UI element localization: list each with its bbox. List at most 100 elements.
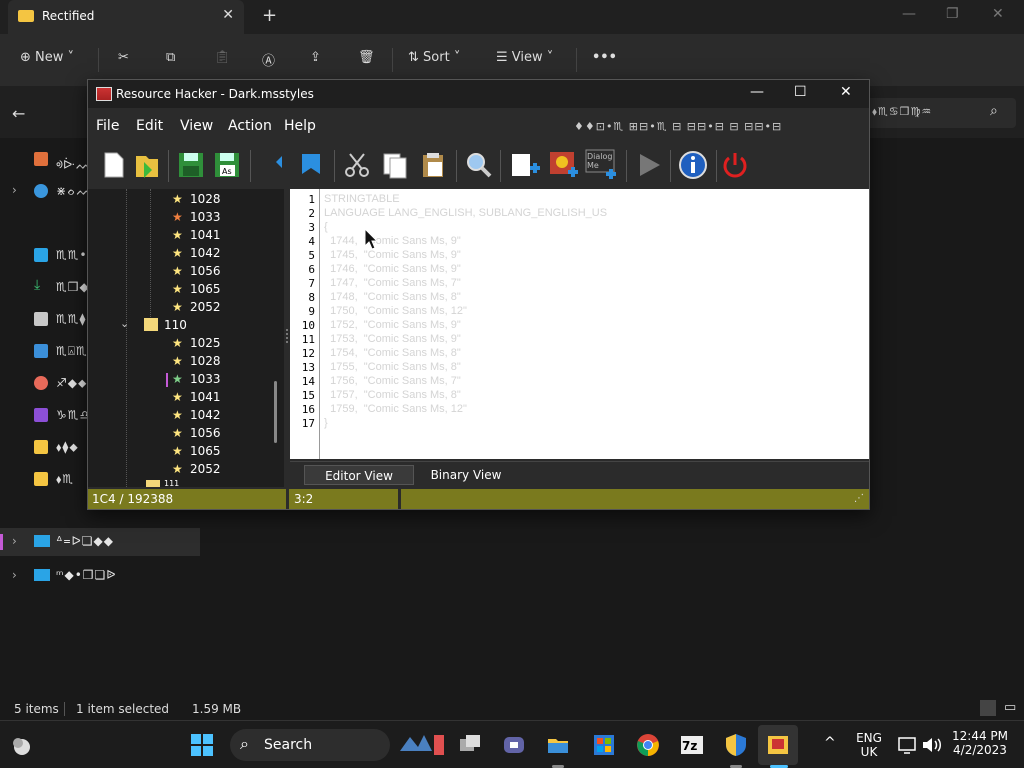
close-tab-icon[interactable]: ✕ bbox=[222, 7, 234, 23]
menu-edit[interactable]: Edit bbox=[136, 118, 163, 134]
chevron-up-icon[interactable]: ^ bbox=[824, 735, 836, 751]
security-shield-icon[interactable] bbox=[724, 733, 748, 757]
microsoft-store-icon[interactable] bbox=[592, 733, 616, 757]
chevron-right-icon[interactable]: › bbox=[12, 183, 17, 197]
share-icon[interactable]: ⇪ bbox=[310, 50, 321, 65]
task-view-icon[interactable] bbox=[458, 733, 482, 757]
tree-item[interactable]: ★ 1028 bbox=[88, 191, 284, 209]
nav-folder[interactable]: ⬧︎♏︎ bbox=[10, 468, 90, 492]
view-button[interactable]: ☰ View ˅ bbox=[496, 50, 553, 65]
chevron-down-icon[interactable]: ⌄ bbox=[120, 317, 129, 330]
tab-editor-view[interactable]: Editor View bbox=[304, 465, 414, 485]
tab-binary-view[interactable]: Binary View bbox=[416, 465, 516, 485]
menu-file[interactable]: File bbox=[96, 118, 119, 134]
add-resource-icon[interactable] bbox=[508, 148, 542, 182]
tree-item[interactable]: ★ 1042 bbox=[88, 245, 284, 263]
chevron-right-icon[interactable]: › bbox=[12, 568, 17, 582]
tree-item[interactable]: ★ 1033 bbox=[88, 209, 284, 227]
windows-start-icon[interactable] bbox=[190, 733, 214, 757]
7zip-icon[interactable]: 7z bbox=[680, 733, 704, 757]
nav-network[interactable]: › ᵐ◆•❒❏ᐉ bbox=[0, 562, 200, 590]
chrome-icon[interactable] bbox=[636, 733, 660, 757]
menu-view[interactable]: View bbox=[180, 118, 213, 134]
tree-item[interactable]: ★ 1041 bbox=[88, 389, 284, 407]
find-icon[interactable] bbox=[462, 148, 496, 182]
nav-onedrive[interactable]: › ⋇ᨔᨓᨕ bbox=[10, 180, 106, 204]
info-icon[interactable] bbox=[676, 148, 710, 182]
menu-help[interactable]: Help bbox=[284, 118, 316, 134]
tree-scrollbar[interactable] bbox=[274, 381, 277, 443]
menu-action[interactable]: Action bbox=[228, 118, 272, 134]
tree-item[interactable]: ★ 1042 bbox=[88, 407, 284, 425]
language-indicator[interactable]: ENG UK bbox=[852, 731, 886, 759]
tree-item[interactable]: ★ 1041 bbox=[88, 227, 284, 245]
minimize-icon[interactable]: — bbox=[750, 84, 764, 100]
teams-chat-icon[interactable] bbox=[502, 733, 526, 757]
chevron-right-icon[interactable]: › bbox=[12, 534, 17, 548]
volume-icon[interactable] bbox=[920, 733, 944, 757]
back-bookmark-icon[interactable] bbox=[256, 148, 290, 182]
new-tab-button[interactable]: + bbox=[262, 5, 277, 26]
nav-pictures[interactable]: ♏︎⍓︎♏︎ bbox=[10, 340, 90, 364]
tree-item-selected[interactable]: ★ 1033 bbox=[88, 371, 284, 389]
cut-icon[interactable]: ✂ bbox=[118, 50, 129, 65]
resource-hacker-taskbar-icon[interactable] bbox=[766, 733, 790, 757]
search-box[interactable]: ⬧︎♏︎♋︎❒︎♍︎♒︎ ⌕ bbox=[866, 98, 1016, 128]
sort-button[interactable]: ⇅ Sort ˅ bbox=[408, 50, 460, 65]
copy-icon[interactable]: ⧉ bbox=[166, 50, 175, 65]
tree-item[interactable]: ★ 1028 bbox=[88, 353, 284, 371]
new-file-icon[interactable] bbox=[96, 148, 130, 182]
nav-downloads[interactable]: ⤓ ♏︎❒︎◆︎◆︎ bbox=[10, 276, 99, 300]
nav-videos[interactable]: ♑︎♏︎♎︎ bbox=[10, 404, 90, 428]
tree-item[interactable]: ★ 1065 bbox=[88, 281, 284, 299]
add-image-icon[interactable] bbox=[546, 148, 580, 182]
details-view-icon[interactable] bbox=[980, 700, 996, 716]
nav-documents[interactable]: ♏︎♏︎⧫︎ bbox=[10, 308, 90, 332]
back-arrow-icon[interactable]: ← bbox=[12, 104, 25, 123]
tree-item[interactable]: ★ 1056 bbox=[88, 425, 284, 443]
tree-item[interactable]: ★ 1056 bbox=[88, 263, 284, 281]
copy-icon[interactable] bbox=[378, 148, 412, 182]
clock[interactable]: 12:44 PM 4/2/2023 bbox=[946, 729, 1014, 757]
power-exit-icon[interactable] bbox=[718, 148, 752, 182]
taskbar-search[interactable]: ⌕ Search bbox=[230, 729, 444, 761]
new-button[interactable]: ⊕ New ˅ bbox=[20, 50, 74, 65]
tree-item[interactable]: ★ 2052 bbox=[88, 461, 284, 479]
rename-icon[interactable]: Ⓐ bbox=[262, 50, 275, 69]
tiles-view-icon[interactable]: ▭ bbox=[1004, 700, 1016, 715]
nav-music[interactable]: ♐︎◆︎⬥︎ bbox=[10, 372, 90, 396]
run-script-icon[interactable] bbox=[632, 148, 666, 182]
tree-item[interactable]: ★ 2052 bbox=[88, 299, 284, 317]
nav-home[interactable]: ᢀᐕᨓᨔ bbox=[10, 148, 100, 172]
open-folder-icon[interactable] bbox=[130, 148, 164, 182]
tree-item[interactable]: ★ 1065 bbox=[88, 443, 284, 461]
script-editor[interactable]: STRINGTABLE LANGUAGE LANG_ENGLISH, SUBLAN… bbox=[319, 189, 869, 459]
close-icon[interactable]: ✕ bbox=[840, 84, 852, 100]
tree-item[interactable]: ★ 1025 bbox=[88, 335, 284, 353]
more-options-button[interactable]: ••• bbox=[592, 50, 617, 65]
nav-desktop[interactable]: ♏︎♏︎•⊘ bbox=[10, 244, 98, 268]
cut-icon[interactable] bbox=[340, 148, 374, 182]
resize-grip-icon[interactable]: ⋰ bbox=[854, 493, 864, 504]
dialog-merge-icon[interactable]: DialogMe bbox=[584, 148, 618, 182]
svg-text:7z: 7z bbox=[682, 739, 697, 753]
file-explorer-taskbar-icon[interactable] bbox=[546, 733, 570, 757]
tree-folder[interactable]: ⌄ 110 bbox=[88, 317, 284, 335]
network-status-icon[interactable] bbox=[896, 733, 920, 757]
explorer-tab[interactable]: Rectified ✕ bbox=[8, 0, 244, 34]
nav-folder[interactable]: ⬧︎⧫︎⬥︎ bbox=[10, 436, 90, 460]
resource-tree[interactable]: ★ 1028 ★ 1033 ★ 1041 ★ 1042 ★ 1056 ★ 1065 ★ 205… bbox=[88, 189, 284, 487]
weather-icon[interactable] bbox=[10, 733, 34, 757]
minimize-icon[interactable]: — bbox=[902, 6, 916, 22]
nav-this-pc[interactable]: › ᐞ᐀ᐅ❏◆◆ bbox=[0, 528, 200, 556]
paste-icon[interactable]: 📋︎ bbox=[214, 50, 231, 65]
maximize-icon[interactable]: ☐ bbox=[794, 84, 807, 100]
close-icon[interactable]: ✕ bbox=[992, 6, 1004, 22]
delete-icon[interactable]: 🗑︎ bbox=[358, 50, 375, 65]
restore-icon[interactable]: ❐ bbox=[946, 6, 959, 22]
save-as-icon[interactable]: As bbox=[210, 148, 244, 182]
tree-folder[interactable]: 111 bbox=[88, 479, 284, 487]
save-icon[interactable] bbox=[174, 148, 208, 182]
paste-icon[interactable] bbox=[416, 148, 450, 182]
forward-bookmark-icon[interactable] bbox=[294, 148, 328, 182]
